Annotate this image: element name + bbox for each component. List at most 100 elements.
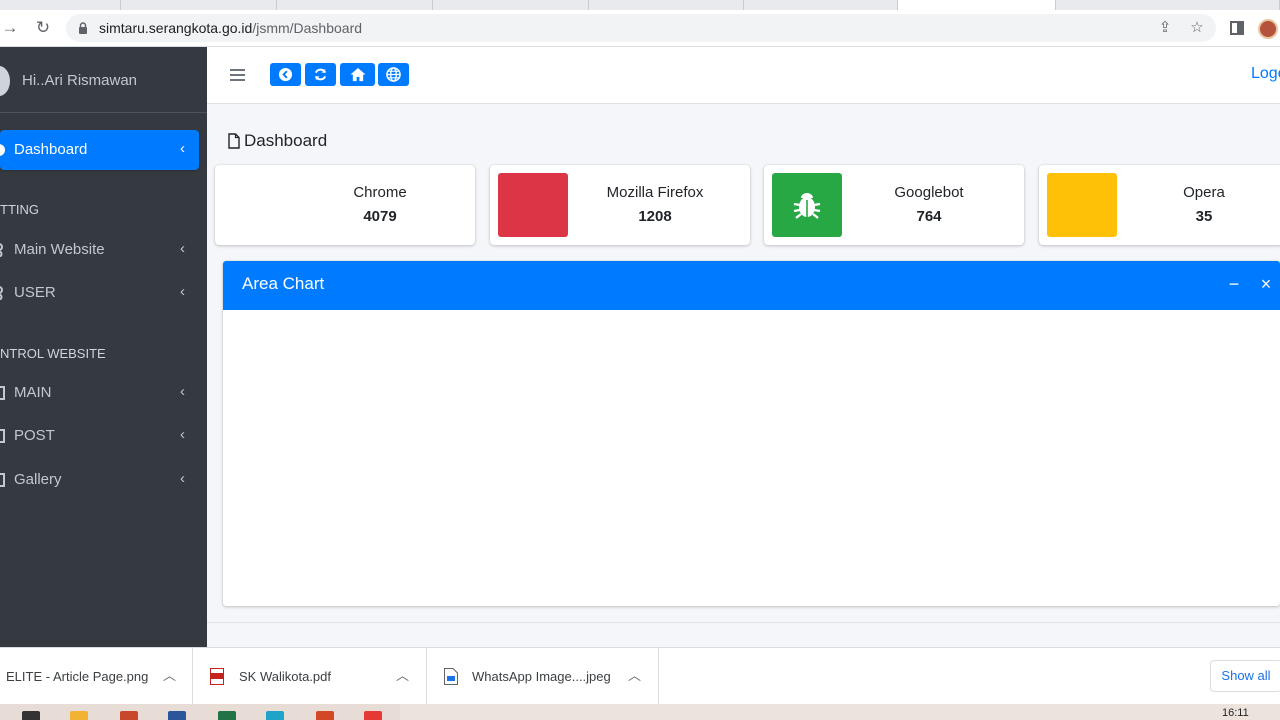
info-box-chrome: Chrome 4079 xyxy=(215,165,475,245)
download-item[interactable]: ELITE - Article Page.png ︿ xyxy=(0,648,193,705)
info-box-number: 764 xyxy=(916,208,942,225)
sidebar-item-label: Main Website xyxy=(14,241,105,258)
website-button[interactable] xyxy=(378,63,409,86)
word-icon[interactable] xyxy=(168,711,186,720)
nav-header-setting: TTING xyxy=(0,202,39,217)
sidebar-item-dashboard[interactable]: Dashboard ‹ xyxy=(0,130,199,170)
os-taskbar: 16:11 xyxy=(0,704,1280,720)
nav-header-control-website: NTROL WEBSITE xyxy=(0,346,106,361)
download-file-name: ELITE - Article Page.png xyxy=(6,669,149,684)
browser-tab-active[interactable] xyxy=(898,0,1056,10)
card-title: Area Chart xyxy=(242,274,325,293)
browser-tab[interactable] xyxy=(589,0,744,10)
sidebar-item-post[interactable]: POST ‹ xyxy=(0,416,199,456)
firefox-icon xyxy=(498,173,568,237)
chevron-up-icon[interactable]: ︿ xyxy=(396,665,409,684)
sidebar-item-label: POST xyxy=(14,427,55,444)
browser-tab-strip xyxy=(0,0,1280,10)
page-title-text: Dashboard xyxy=(244,131,328,150)
browser-tab[interactable] xyxy=(1056,0,1280,10)
chevron-up-icon[interactable]: ︿ xyxy=(628,665,641,684)
download-file-name: WhatsApp Image....jpeg xyxy=(472,669,611,684)
user-name[interactable]: Hi..Ari Rismawan xyxy=(22,72,137,89)
sidebar-item-main[interactable]: MAIN ‹ xyxy=(0,373,199,413)
reload-icon[interactable]: ↻ xyxy=(31,16,55,40)
profile-avatar[interactable] xyxy=(1258,19,1278,39)
powerpoint-icon[interactable] xyxy=(120,711,138,720)
back-button[interactable] xyxy=(270,63,301,86)
info-box-googlebot: Googlebot 764 xyxy=(764,165,1024,245)
chevron-left-icon: ‹ xyxy=(180,383,185,400)
top-navbar: Logo xyxy=(207,47,1280,104)
browser-tab[interactable] xyxy=(433,0,589,10)
home-icon xyxy=(350,67,365,82)
browser-tab[interactable] xyxy=(0,0,121,10)
file-icon xyxy=(0,429,5,443)
chrome-taskbar-icon[interactable] xyxy=(364,711,382,720)
lock-icon xyxy=(79,22,87,34)
user-avatar xyxy=(0,66,10,96)
side-panel-icon[interactable] xyxy=(1225,16,1249,40)
sidebar-item-label: Gallery xyxy=(14,471,62,488)
url-host: simtaru.serangkota.go.id xyxy=(99,20,253,36)
url-text: simtaru.serangkota.go.id/jsmm/Dashboard xyxy=(99,20,362,36)
chevron-up-icon[interactable]: ︿ xyxy=(163,665,176,684)
area-chart-card: Area Chart − × xyxy=(223,261,1280,606)
pdf-file-icon xyxy=(210,668,224,685)
share-icon[interactable]: ⇪ xyxy=(1153,16,1177,40)
sidebar-item-label: MAIN xyxy=(14,384,52,401)
browser-tab[interactable] xyxy=(121,0,277,10)
download-item[interactable]: SK Walikota.pdf ︿ xyxy=(193,648,427,705)
browser-toolbar: → ↻ simtaru.serangkota.go.id/jsmm/Dashbo… xyxy=(0,10,1280,47)
close-icon[interactable]: × xyxy=(1257,274,1275,294)
file-icon xyxy=(228,133,240,149)
show-all-button[interactable]: Show all xyxy=(1210,660,1280,692)
sidebar-item-gallery[interactable]: Gallery ‹ xyxy=(0,460,199,500)
browser-tab[interactable] xyxy=(277,0,433,10)
hamburger-menu-icon[interactable] xyxy=(230,69,245,81)
sidebar-item-label: Dashboard xyxy=(14,141,88,158)
cogs-icon xyxy=(0,243,3,257)
url-path: /jsmm/Dashboard xyxy=(252,20,363,36)
opera-icon xyxy=(1047,173,1117,237)
side-panel-glyph xyxy=(1230,21,1244,35)
info-box-number: 35 xyxy=(1195,208,1213,225)
image-file-icon xyxy=(444,668,458,685)
collapse-icon[interactable]: − xyxy=(1225,274,1243,294)
browser-tab[interactable] xyxy=(744,0,898,10)
windows-start-icon[interactable] xyxy=(22,711,40,720)
user-panel: Hi..Ari Rismawan xyxy=(0,47,207,113)
download-bar: ELITE - Article Page.png ︿ SK Walikota.p… xyxy=(0,647,1280,705)
globe-icon xyxy=(386,67,401,82)
office-icon[interactable] xyxy=(316,711,334,720)
home-button[interactable] xyxy=(340,63,375,86)
info-box-opera: Opera 35 xyxy=(1039,165,1280,245)
download-item[interactable]: WhatsApp Image....jpeg ︿ xyxy=(427,648,659,705)
file-icon xyxy=(0,386,5,400)
info-box-number: 1208 xyxy=(638,208,672,225)
info-box-label: Mozilla Firefox xyxy=(606,184,704,201)
dashboard-icon xyxy=(0,144,5,156)
arrow-circle-left-icon xyxy=(278,67,293,82)
info-box-label: Opera xyxy=(1183,184,1225,201)
chevron-left-icon: ‹ xyxy=(180,240,185,257)
bookmark-star-icon[interactable]: ☆ xyxy=(1185,16,1209,40)
forward-icon[interactable]: → xyxy=(0,16,22,40)
chevron-left-icon: ‹ xyxy=(180,140,185,157)
sidebar: Hi..Ari Rismawan Dashboard ‹ TTING Main … xyxy=(0,47,207,647)
chevron-left-icon: ‹ xyxy=(180,283,185,300)
logout-link[interactable]: Logo xyxy=(1251,65,1280,83)
excel-icon[interactable] xyxy=(218,711,236,720)
card-header: Area Chart − × xyxy=(223,261,1280,310)
sidebar-item-user[interactable]: USER ‹ xyxy=(0,273,199,313)
edge-icon[interactable] xyxy=(266,711,284,720)
refresh-button[interactable] xyxy=(305,63,336,86)
address-bar[interactable]: simtaru.serangkota.go.id/jsmm/Dashboard xyxy=(66,14,1216,42)
file-explorer-icon[interactable] xyxy=(70,711,88,720)
sidebar-item-main-website[interactable]: Main Website ‹ xyxy=(0,230,199,270)
download-file-name: SK Walikota.pdf xyxy=(239,669,332,684)
info-box-label: Chrome xyxy=(353,184,407,201)
system-clock[interactable]: 16:11 xyxy=(1222,707,1249,719)
info-box-label: Googlebot xyxy=(894,184,964,201)
chrome-icon xyxy=(223,173,293,237)
